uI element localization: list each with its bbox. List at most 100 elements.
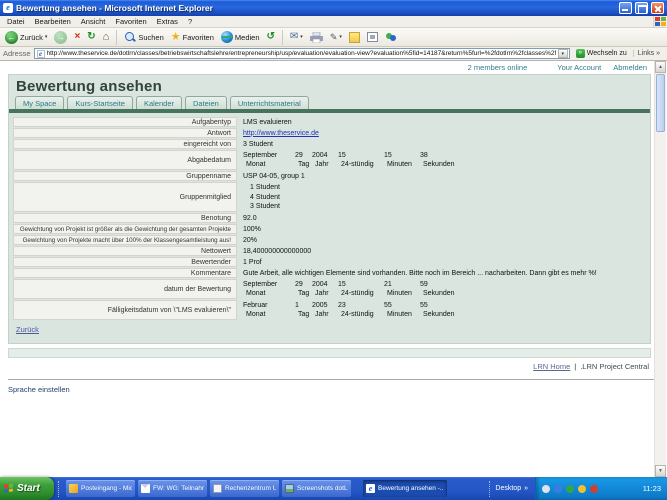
- search-button[interactable]: Suchen: [122, 30, 165, 44]
- taskbar-clock[interactable]: 11:23: [643, 484, 661, 493]
- tray-icon-5[interactable]: [590, 485, 598, 493]
- tray-icon-2[interactable]: [554, 485, 562, 493]
- menu-ansicht[interactable]: Ansicht: [76, 17, 111, 26]
- taskbar-task-posteingang[interactable]: Posteingang - Micros...: [66, 480, 135, 497]
- messenger-icon: [385, 31, 397, 43]
- table-row-aufgabentyp: Aufgabentyp LMS evaluieren: [13, 117, 646, 127]
- footer-divider: |: [574, 362, 576, 371]
- page-favicon: e: [37, 50, 45, 58]
- maximize-button[interactable]: [635, 2, 648, 14]
- print-button[interactable]: [308, 31, 325, 44]
- scroll-up-button[interactable]: ▲: [655, 61, 666, 73]
- desktop-toolbar[interactable]: Desktop »: [489, 481, 533, 497]
- tab-my-space[interactable]: My Space: [15, 96, 64, 109]
- tab-bar: My Space Kurs-Startseite Kalender Dateie…: [15, 96, 309, 109]
- user-bar: 2 members online Your Account Abmelden: [468, 63, 647, 72]
- menu-favoriten[interactable]: Favoriten: [110, 17, 151, 26]
- table-row-nettowert: Nettowert 18,400000000000000: [13, 246, 646, 256]
- media-button[interactable]: Medien: [219, 30, 262, 44]
- table-row-kommentare: Kommentare Gute Arbeit, alle wichtigen E…: [13, 268, 646, 278]
- links-toolbar[interactable]: Links »: [633, 50, 664, 57]
- set-language-link[interactable]: Sprache einstellen: [8, 385, 70, 394]
- taskbar-task-fw-wg-teilnahme[interactable]: FW: WG: Teilnahme v...: [138, 480, 207, 497]
- table-row-benotung: Benotung 92.0: [13, 213, 646, 223]
- quick-launch-handle[interactable]: [58, 481, 63, 497]
- forward-button[interactable]: →: [52, 30, 69, 45]
- address-label: Adresse: [3, 49, 31, 58]
- logout-link[interactable]: Abmelden: [613, 63, 647, 72]
- windows-flag-icon: [4, 483, 14, 493]
- mail-icon: ✉: [290, 31, 298, 43]
- tab-kurs-startseite[interactable]: Kurs-Startseite: [67, 96, 133, 109]
- scrollbar-thumb[interactable]: [656, 74, 665, 132]
- minimize-button[interactable]: [619, 2, 632, 14]
- close-button[interactable]: [651, 2, 664, 14]
- tab-unterrichtsmaterial[interactable]: Unterrichtsmaterial: [230, 96, 309, 109]
- menu-bearbeiten[interactable]: Bearbeiten: [30, 17, 76, 26]
- tray-icon-4[interactable]: [578, 485, 586, 493]
- resize-icon: [367, 32, 378, 42]
- lrn-project-central-link[interactable]: .LRN Project Central: [580, 362, 649, 371]
- back-dropdown-icon[interactable]: ▾: [45, 34, 48, 40]
- address-dropdown-button[interactable]: ▾: [558, 49, 568, 58]
- menu-datei[interactable]: Datei: [2, 17, 30, 26]
- row-label: Gewichtung von Projekte macht über 100% …: [13, 235, 237, 245]
- mail-dropdown-icon[interactable]: ▾: [300, 34, 303, 40]
- page-title: Bewertung ansehen: [16, 78, 162, 95]
- page-content: 2 members online Your Account Abmelden B…: [0, 61, 667, 477]
- discuss-button[interactable]: [347, 31, 362, 44]
- row-value-date: SeptemberMonat29Tag2004Jahr1524-stündig1…: [237, 150, 646, 170]
- back-link[interactable]: Zurück: [16, 325, 39, 334]
- document-icon: [213, 484, 222, 493]
- favorites-button[interactable]: ★ Favoriten: [169, 30, 216, 44]
- tray-icon-1[interactable]: [542, 485, 550, 493]
- mail-button[interactable]: ✉ ▾: [288, 30, 305, 44]
- home-button[interactable]: ⌂: [101, 30, 112, 45]
- start-button[interactable]: Start: [0, 477, 54, 500]
- taskbar-task-screenshots[interactable]: Screenshots dotLRN...: [282, 480, 351, 497]
- vertical-scrollbar[interactable]: ▲ ▼: [654, 61, 666, 477]
- edit-button[interactable]: ✎ ▾: [328, 30, 344, 44]
- menu-extras[interactable]: Extras: [152, 17, 183, 26]
- taskbar-task-bewertung-ansehen[interactable]: e Bewertung ansehen -...: [363, 480, 447, 497]
- edit-icon: ✎: [330, 31, 338, 43]
- back-button[interactable]: ← Zurück ▾: [3, 30, 49, 45]
- history-button[interactable]: ↺: [265, 30, 277, 44]
- desktop-chevron-icon: »: [524, 485, 528, 492]
- answer-url-link[interactable]: http://www.theservice.de: [243, 130, 319, 137]
- links-chevron-icon: »: [656, 50, 660, 57]
- taskbar-task-rechenzentrum[interactable]: Rechenzentrum Uni K...: [210, 480, 279, 497]
- toolbar-separator: [116, 30, 117, 45]
- table-row-faelligkeitsdatum: Fälligkeitsdatum von \"LMS evaluieren\" …: [13, 300, 646, 320]
- row-label: Gewichtung von Projekt ist größer als di…: [13, 224, 237, 234]
- refresh-button[interactable]: ↻: [85, 30, 97, 44]
- row-label: Nettowert: [13, 246, 237, 256]
- toolbar-separator: [282, 30, 283, 45]
- address-input[interactable]: e http://www.theservice.de/dotlrn/classe…: [34, 48, 570, 59]
- row-label: Benotung: [13, 213, 237, 223]
- members-online-link[interactable]: 2 members online: [468, 63, 528, 72]
- tab-dateien[interactable]: Dateien: [185, 96, 227, 109]
- go-icon: »: [576, 49, 585, 58]
- forward-icon: →: [54, 31, 67, 44]
- print-icon: [310, 32, 323, 43]
- window-title: Bewertung ansehen - Microsoft Internet E…: [16, 3, 616, 13]
- your-account-link[interactable]: Your Account: [557, 63, 601, 72]
- tray-icon-3[interactable]: [566, 485, 574, 493]
- go-button[interactable]: » Wechseln zu: [573, 49, 630, 58]
- resize-button[interactable]: [365, 31, 380, 43]
- edit-dropdown-icon[interactable]: ▾: [339, 34, 342, 40]
- stop-button[interactable]: ×: [72, 30, 82, 44]
- menu-hilfe[interactable]: ?: [183, 17, 197, 26]
- table-row-bewertungsdatum: datum der Bewertung SeptemberMonat29Tag2…: [13, 279, 646, 299]
- lrn-home-link[interactable]: LRN Home: [533, 362, 570, 371]
- messenger-button[interactable]: [383, 30, 399, 44]
- tab-kalender[interactable]: Kalender: [136, 96, 182, 109]
- row-value: USP 04-05, group 1: [237, 171, 646, 181]
- portlet-footer-strip: [8, 348, 651, 358]
- table-row-gruppenmitglied: Gruppenmitglied 1 Student 4 Student 3 St…: [13, 182, 646, 212]
- row-label: eingereicht von: [13, 139, 237, 149]
- system-tray: 11:23: [535, 477, 667, 500]
- discuss-icon: [349, 32, 360, 43]
- scroll-down-button[interactable]: ▼: [655, 465, 666, 477]
